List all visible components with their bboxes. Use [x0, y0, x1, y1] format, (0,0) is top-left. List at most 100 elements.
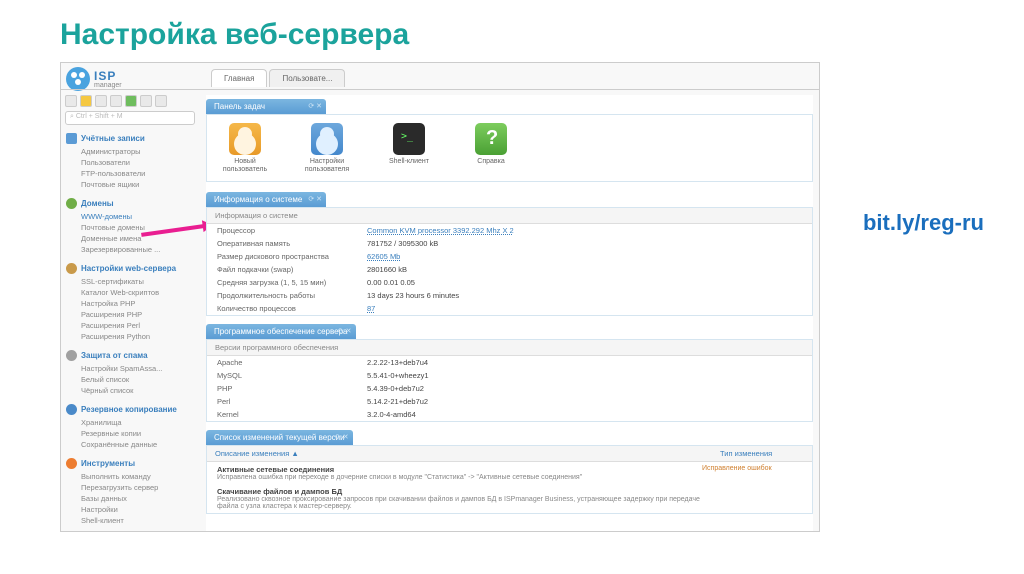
sidebar-group-spam[interactable]: Защита от спама: [65, 348, 195, 363]
info-row: ПроцессорCommon KVM processor 3392.292 M…: [207, 224, 812, 237]
changelog-col-desc[interactable]: Описание изменения ▲: [207, 446, 712, 461]
change-desc: Реализовано сквозное проксирование запро…: [217, 496, 702, 510]
sidebar-item[interactable]: Белый список: [65, 374, 195, 385]
sidebar-item[interactable]: Базы данных: [65, 493, 195, 504]
shell-icon: [393, 123, 425, 155]
add-icon[interactable]: [125, 95, 137, 107]
sidebar-group-websrv[interactable]: Настройки web-сервера: [65, 261, 195, 276]
sidebar-item[interactable]: Зарезервированные ...: [65, 244, 195, 255]
sidebar-item[interactable]: Настройки: [65, 504, 195, 515]
task-item[interactable]: Настройки пользователя: [297, 123, 357, 173]
brand-name: ISP: [94, 70, 122, 82]
info-value[interactable]: 62605 Mb: [367, 252, 400, 261]
task-label: Настройки пользователя: [297, 158, 357, 173]
back-icon[interactable]: [65, 95, 77, 107]
slide-title: Настройка веб-сервера: [0, 0, 1024, 62]
sidebar-item[interactable]: Расширения PHP: [65, 309, 195, 320]
info-label: Количество процессов: [217, 304, 367, 313]
sidebar-item[interactable]: Хранилища: [65, 417, 195, 428]
task-item[interactable]: Справка: [461, 123, 521, 173]
brand-sub: manager: [94, 82, 122, 89]
settuser-icon: [311, 123, 343, 155]
software-panel: Программное обеспечение сервера⟳ ✕ Верси…: [206, 324, 813, 422]
sidebar-item[interactable]: Выполнить команду: [65, 471, 195, 482]
tool-icon[interactable]: [110, 95, 122, 107]
sidebar-item[interactable]: Резервные копии: [65, 428, 195, 439]
sidebar-group-backup[interactable]: Резервное копирование: [65, 402, 195, 417]
soft-row: MySQL5.5.41-0+wheezy1: [207, 369, 812, 382]
changelog-col-type[interactable]: Тип изменения: [712, 446, 812, 461]
info-label: Продолжительность работы: [217, 291, 367, 300]
soft-value: 5.14.2-21+deb7u2: [367, 397, 428, 406]
software-subhead: Версии программного обеспечения: [207, 340, 812, 356]
logo: ISP manager: [66, 67, 122, 91]
divider: [61, 89, 819, 90]
sidebar-group-tools[interactable]: Инструменты: [65, 456, 195, 471]
sidebar-item[interactable]: SSL-сертификаты: [65, 276, 195, 287]
info-value[interactable]: Common KVM processor 3392.292 Mhz X 2: [367, 226, 514, 235]
sidebar-item[interactable]: Администраторы: [65, 146, 195, 157]
sidebar-item[interactable]: Расширения Python: [65, 331, 195, 342]
sidebar-group-users[interactable]: Учётные записи: [65, 131, 195, 146]
sidebar-item[interactable]: Настройка PHP: [65, 298, 195, 309]
sidebar: Учётные записиАдминистраторыПользователи…: [65, 131, 195, 532]
sysinfo-panel: Информация о системе⟳ ✕ Информация о сис…: [206, 192, 813, 316]
sidebar-group-domains[interactable]: Домены: [65, 196, 195, 211]
info-row: Продолжительность работы13 days 23 hours…: [207, 289, 812, 302]
changelog-row[interactable]: Активные сетевые соединенияИсправлена ош…: [217, 465, 802, 481]
soft-row: PHP5.4.39-0+deb7u2: [207, 382, 812, 395]
soft-row: Apache2.2.22-13+deb7u4: [207, 356, 812, 369]
software-head[interactable]: Программное обеспечение сервера⟳ ✕: [206, 324, 356, 339]
info-label: Процессор: [217, 226, 367, 235]
newuser-icon: [229, 123, 261, 155]
search-input[interactable]: ⌕ Ctrl + Shift + M: [65, 111, 195, 125]
soft-value: 5.5.41-0+wheezy1: [367, 371, 429, 380]
change-desc: Исправлена ошибка при переходе в дочерни…: [217, 474, 702, 481]
task-item[interactable]: Shell-клиент: [379, 123, 439, 173]
favorite-icon[interactable]: [80, 95, 92, 107]
task-panel-head[interactable]: Панель задач⟳ ✕: [206, 99, 326, 114]
info-label: Файл подкачки (swap): [217, 265, 367, 274]
toolbar: [65, 95, 167, 107]
info-value[interactable]: 87: [367, 304, 375, 313]
tab-users[interactable]: Пользовате...: [269, 69, 345, 87]
sysinfo-head[interactable]: Информация о системе⟳ ✕: [206, 192, 326, 207]
soft-label: Apache: [217, 358, 367, 367]
info-value: 13 days 23 hours 6 minutes: [367, 291, 459, 300]
tool-icon[interactable]: [95, 95, 107, 107]
tab-main[interactable]: Главная: [211, 69, 267, 87]
sidebar-item[interactable]: Доменные имена: [65, 233, 195, 244]
sidebar-item[interactable]: Сохранённые данные: [65, 439, 195, 450]
soft-label: PHP: [217, 384, 367, 393]
info-label: Средняя загрузка (1, 5, 15 мин): [217, 278, 367, 287]
change-type: Исправление ошибок: [702, 465, 802, 481]
sidebar-item[interactable]: FTP-пользователи: [65, 168, 195, 179]
sidebar-item[interactable]: Shell-клиент: [65, 515, 195, 526]
changelog-head[interactable]: Список изменений текущей версии⟳ ✕: [206, 430, 353, 445]
info-row: Размер дискового пространства62605 Mb: [207, 250, 812, 263]
task-panel: Панель задач⟳ ✕ Новый пользователь Настро…: [206, 99, 813, 182]
tool-icon[interactable]: [155, 95, 167, 107]
tool-icon[interactable]: [140, 95, 152, 107]
info-label: Размер дискового пространства: [217, 252, 367, 261]
task-label: Новый пользователь: [215, 158, 275, 173]
help-icon: [475, 123, 507, 155]
info-row: Оперативная память781752 / 3095300 kB: [207, 237, 812, 250]
sidebar-item[interactable]: WWW-домены: [65, 211, 195, 222]
sidebar-item[interactable]: Перезагрузить сервер: [65, 482, 195, 493]
soft-label: Perl: [217, 397, 367, 406]
sidebar-item[interactable]: Каталог Web-скриптов: [65, 287, 195, 298]
sidebar-item[interactable]: Почтовые ящики: [65, 179, 195, 190]
sidebar-item[interactable]: Пользователи: [65, 157, 195, 168]
info-value: 2801660 kB: [367, 265, 407, 274]
sidebar-item[interactable]: Настройки SpamAssa...: [65, 363, 195, 374]
soft-row: Kernel3.2.0-4-amd64: [207, 408, 812, 421]
soft-label: Kernel: [217, 410, 367, 419]
sidebar-item[interactable]: Расширения Perl: [65, 320, 195, 331]
task-item[interactable]: Новый пользователь: [215, 123, 275, 173]
changelog-row[interactable]: Скачивание файлов и дампов БДРеализовано…: [217, 487, 802, 510]
soft-value: 2.2.22-13+deb7u4: [367, 358, 428, 367]
sidebar-item[interactable]: Чёрный список: [65, 385, 195, 396]
search-placeholder: ⌕ Ctrl + Shift + M: [70, 113, 123, 120]
info-value: 781752 / 3095300 kB: [367, 239, 438, 248]
